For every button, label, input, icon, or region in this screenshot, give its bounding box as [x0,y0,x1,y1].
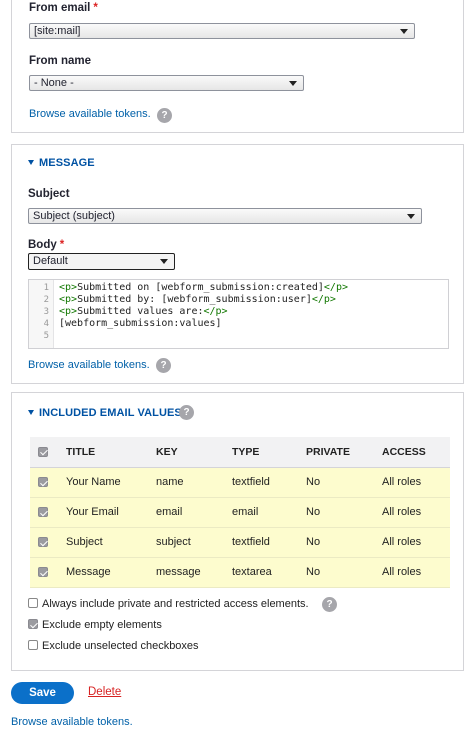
message-section-toggle[interactable]: MESSAGE [28,157,95,169]
chevron-down-icon [160,259,168,264]
exclude-empty-checkbox[interactable] [28,619,38,629]
help-icon[interactable]: ? [179,405,194,420]
included-values-section-toggle[interactable]: INCLUDED EMAIL VALUES [28,407,182,419]
code-line: 2 <p>Submitted by: [webform_submission:u… [43,294,336,305]
option-exclude-empty[interactable]: Exclude empty elements [28,619,162,631]
option-exclude-unselected[interactable]: Exclude unselected checkboxes [28,640,199,652]
help-icon[interactable]: ? [156,358,171,373]
browse-tokens-link[interactable]: Browse available tokens. [11,716,133,728]
required-marker: * [93,2,98,14]
help-icon[interactable]: ? [322,597,337,612]
from-name-select[interactable]: - None - [29,75,304,91]
table-row[interactable]: Subject subject textfield No All roles [30,527,450,558]
code-line: 4 [webform_submission:values] [43,318,222,329]
code-line: 3 <p>Submitted values are:</p> [43,306,228,317]
code-line: 5 [43,331,49,341]
col-title: TITLE [66,437,156,468]
sender-panel: From email * [site:mail] From name - None… [11,0,464,133]
chevron-down-icon [407,214,415,219]
help-icon[interactable]: ? [157,108,172,123]
included-values-panel: INCLUDED EMAIL VALUES ? TITLE KEY TYPE P… [11,392,464,671]
from-name-label: From name [29,55,91,67]
required-marker: * [59,239,65,251]
browse-tokens-link[interactable]: Browse available tokens. [29,108,151,120]
exclude-unselected-checkbox[interactable] [28,640,38,650]
from-email-select[interactable]: [site:mail] [29,23,415,39]
select-all-checkbox[interactable] [38,446,48,457]
triangle-down-icon [28,160,34,165]
subject-label: Subject [28,188,70,200]
table-row[interactable]: Message message textarea No All roles [30,557,450,588]
row-checkbox[interactable] [38,537,48,548]
chevron-down-icon [289,81,297,86]
subject-select[interactable]: Subject (subject) [28,208,422,224]
table-row[interactable]: Your Name name textfield No All roles [30,467,450,498]
col-access: ACCESS [382,437,450,468]
table-row[interactable]: Your Email email email No All roles [30,497,450,528]
col-type: TYPE [232,437,306,468]
from-email-label: From email * [29,2,98,14]
body-format-select[interactable]: Default [28,253,175,270]
triangle-down-icon [28,410,34,415]
always-private-checkbox[interactable] [28,598,38,608]
browse-tokens-link[interactable]: Browse available tokens. [28,359,150,371]
row-checkbox[interactable] [38,477,48,488]
row-checkbox[interactable] [38,567,48,578]
row-checkbox[interactable] [38,507,48,518]
message-panel: MESSAGE Subject Subject (subject) Body * … [11,144,464,384]
chevron-down-icon [400,29,408,34]
body-code-editor[interactable]: 1 <p>Submitted on [webform_submission:cr… [28,279,449,349]
delete-link[interactable]: Delete [88,686,121,698]
save-button[interactable]: Save [11,682,74,704]
option-always-private[interactable]: Always include private and restricted ac… [28,598,309,610]
col-key: KEY [156,437,232,468]
included-values-table: TITLE KEY TYPE PRIVATE ACCESS Your Name … [30,437,450,588]
col-private: PRIVATE [306,437,382,468]
code-line: 1 <p>Submitted on [webform_submission:cr… [43,282,348,293]
table-header-row: TITLE KEY TYPE PRIVATE ACCESS [30,437,450,468]
body-label: Body * [28,239,65,251]
